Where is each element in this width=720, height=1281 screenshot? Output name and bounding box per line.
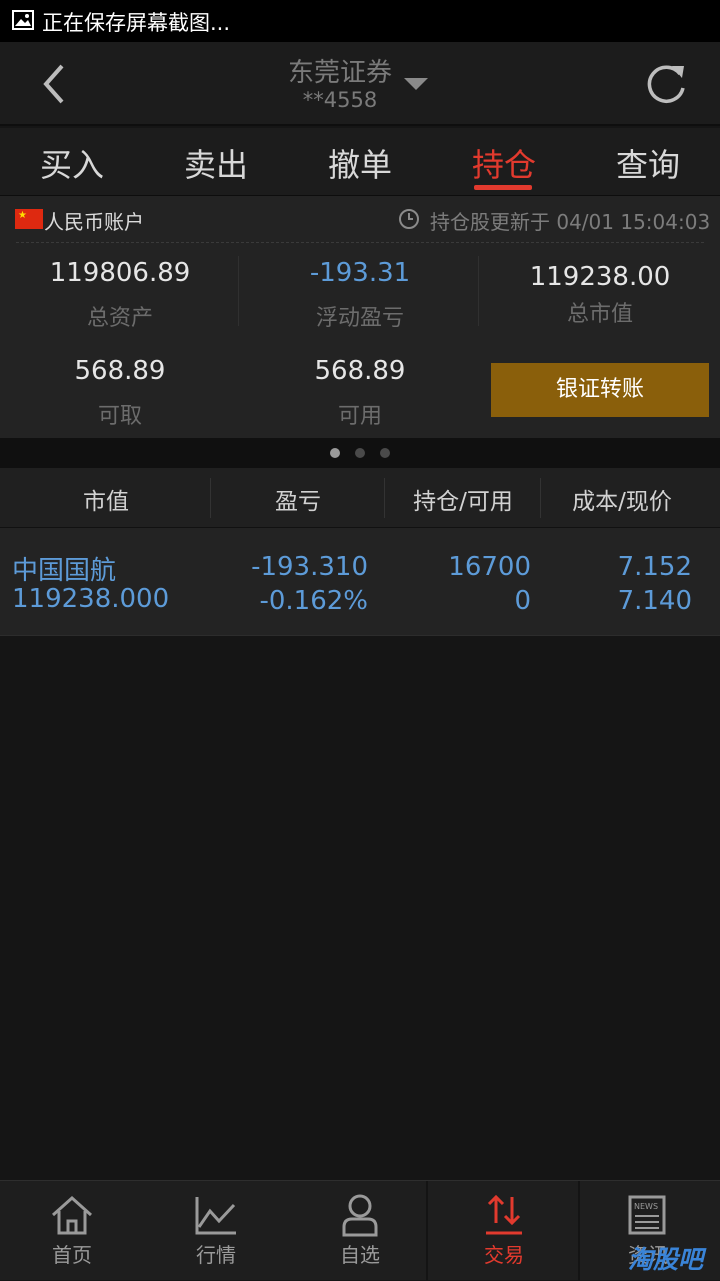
total-assets-value: 119806.89 bbox=[49, 258, 191, 288]
tab-query[interactable]: 查询 bbox=[576, 140, 720, 186]
bottom-nav-label: 交易 bbox=[484, 1243, 524, 1267]
market-value-value: 119238.00 bbox=[529, 262, 671, 292]
divider bbox=[210, 478, 211, 518]
bottom-nav-market[interactable]: 行情 bbox=[144, 1181, 288, 1281]
account-summary: ★ 人民币账户 持仓股更新于 04/01 15:04:03 119806.89 … bbox=[0, 196, 720, 438]
bottom-nav-home[interactable]: 首页 bbox=[0, 1181, 144, 1281]
withdrawable-label: 可取 bbox=[97, 404, 142, 429]
floating-pl-value: -193.31 bbox=[309, 258, 411, 288]
tab-buy[interactable]: 买入 bbox=[0, 140, 144, 186]
divider bbox=[16, 242, 704, 243]
positions-table-header: 市值 盈亏 持仓/可用 成本/现价 bbox=[0, 468, 720, 528]
tab-cancel[interactable]: 撤单 bbox=[288, 140, 432, 186]
stock-pl: -193.310 bbox=[251, 552, 368, 582]
active-tab-indicator bbox=[474, 185, 532, 190]
stock-pl-pct: -0.162% bbox=[259, 586, 368, 616]
stock-cost: 7.152 bbox=[617, 552, 692, 582]
divider bbox=[238, 256, 239, 326]
header-market-value[interactable]: 市值 bbox=[0, 482, 212, 516]
back-icon[interactable] bbox=[36, 62, 76, 106]
stock-position: 16700 bbox=[448, 552, 531, 582]
stock-market-value: 119238.000 bbox=[12, 584, 170, 614]
chart-icon bbox=[195, 1197, 236, 1235]
header-position-available[interactable]: 持仓/可用 bbox=[386, 482, 540, 516]
news-icon: NEWS bbox=[628, 1195, 666, 1235]
bottom-nav-label: 自选 bbox=[340, 1243, 380, 1267]
svg-text:NEWS: NEWS bbox=[634, 1202, 658, 1211]
nav-bar: 东莞证券 **4558 bbox=[0, 42, 720, 126]
person-icon bbox=[342, 1194, 378, 1237]
total-assets-label: 总资产 bbox=[86, 306, 153, 331]
divider bbox=[384, 478, 385, 518]
market-value-label: 总市值 bbox=[566, 302, 633, 327]
refresh-icon[interactable] bbox=[642, 60, 690, 108]
divider bbox=[426, 1181, 428, 1281]
bottom-nav-label: 行情 bbox=[196, 1243, 236, 1267]
status-bar: 正在保存屏幕截图... bbox=[0, 0, 720, 42]
status-text: 正在保存屏幕截图... bbox=[42, 11, 231, 35]
divider bbox=[540, 478, 541, 518]
header-cost-price[interactable]: 成本/现价 bbox=[542, 482, 702, 516]
trade-arrows-icon bbox=[486, 1194, 522, 1235]
dropdown-caret-icon[interactable] bbox=[403, 76, 429, 92]
update-time: 持仓股更新于 04/01 15:04:03 bbox=[430, 210, 711, 234]
stock-name: 中国国航 bbox=[12, 556, 117, 586]
available-value: 568.89 bbox=[314, 356, 406, 386]
clock-icon bbox=[399, 209, 419, 229]
page-dot[interactable] bbox=[355, 448, 365, 458]
page-indicator bbox=[0, 438, 720, 468]
bank-transfer-button[interactable]: 银证转账 bbox=[491, 363, 709, 417]
watermark: 淘股吧 bbox=[628, 1245, 704, 1274]
bottom-nav-watchlist[interactable]: 自选 bbox=[288, 1181, 432, 1281]
page-dot-active[interactable] bbox=[330, 448, 340, 458]
account-currency: 人民币账户 bbox=[44, 210, 144, 234]
home-icon bbox=[51, 1195, 93, 1235]
available-label: 可用 bbox=[337, 404, 382, 429]
trade-tabs: 买入 卖出 撤单 持仓 查询 bbox=[0, 128, 720, 196]
image-icon bbox=[12, 10, 34, 30]
stock-available: 0 bbox=[514, 586, 531, 616]
broker-title[interactable]: 东莞证券 bbox=[200, 52, 480, 89]
table-row[interactable]: 中国国航 119238.000 -193.310 -0.162% 16700 0… bbox=[0, 528, 720, 636]
account-number[interactable]: **4558 bbox=[200, 88, 480, 112]
tab-positions[interactable]: 持仓 bbox=[432, 140, 576, 186]
divider bbox=[478, 256, 479, 326]
china-flag-icon: ★ bbox=[15, 209, 43, 229]
floating-pl-label: 浮动盈亏 bbox=[315, 306, 404, 331]
header-pl[interactable]: 盈亏 bbox=[212, 482, 384, 516]
withdrawable-value: 568.89 bbox=[74, 356, 166, 386]
bottom-nav-trade[interactable]: 交易 bbox=[432, 1181, 576, 1281]
bottom-nav-label: 首页 bbox=[52, 1243, 92, 1267]
bottom-nav: 首页 行情 自选 交易 NEWS 资讯 bbox=[0, 1180, 720, 1281]
tab-sell[interactable]: 卖出 bbox=[144, 140, 288, 186]
page-dot[interactable] bbox=[380, 448, 390, 458]
empty-content-area bbox=[0, 638, 720, 1180]
stock-price: 7.140 bbox=[617, 586, 692, 616]
